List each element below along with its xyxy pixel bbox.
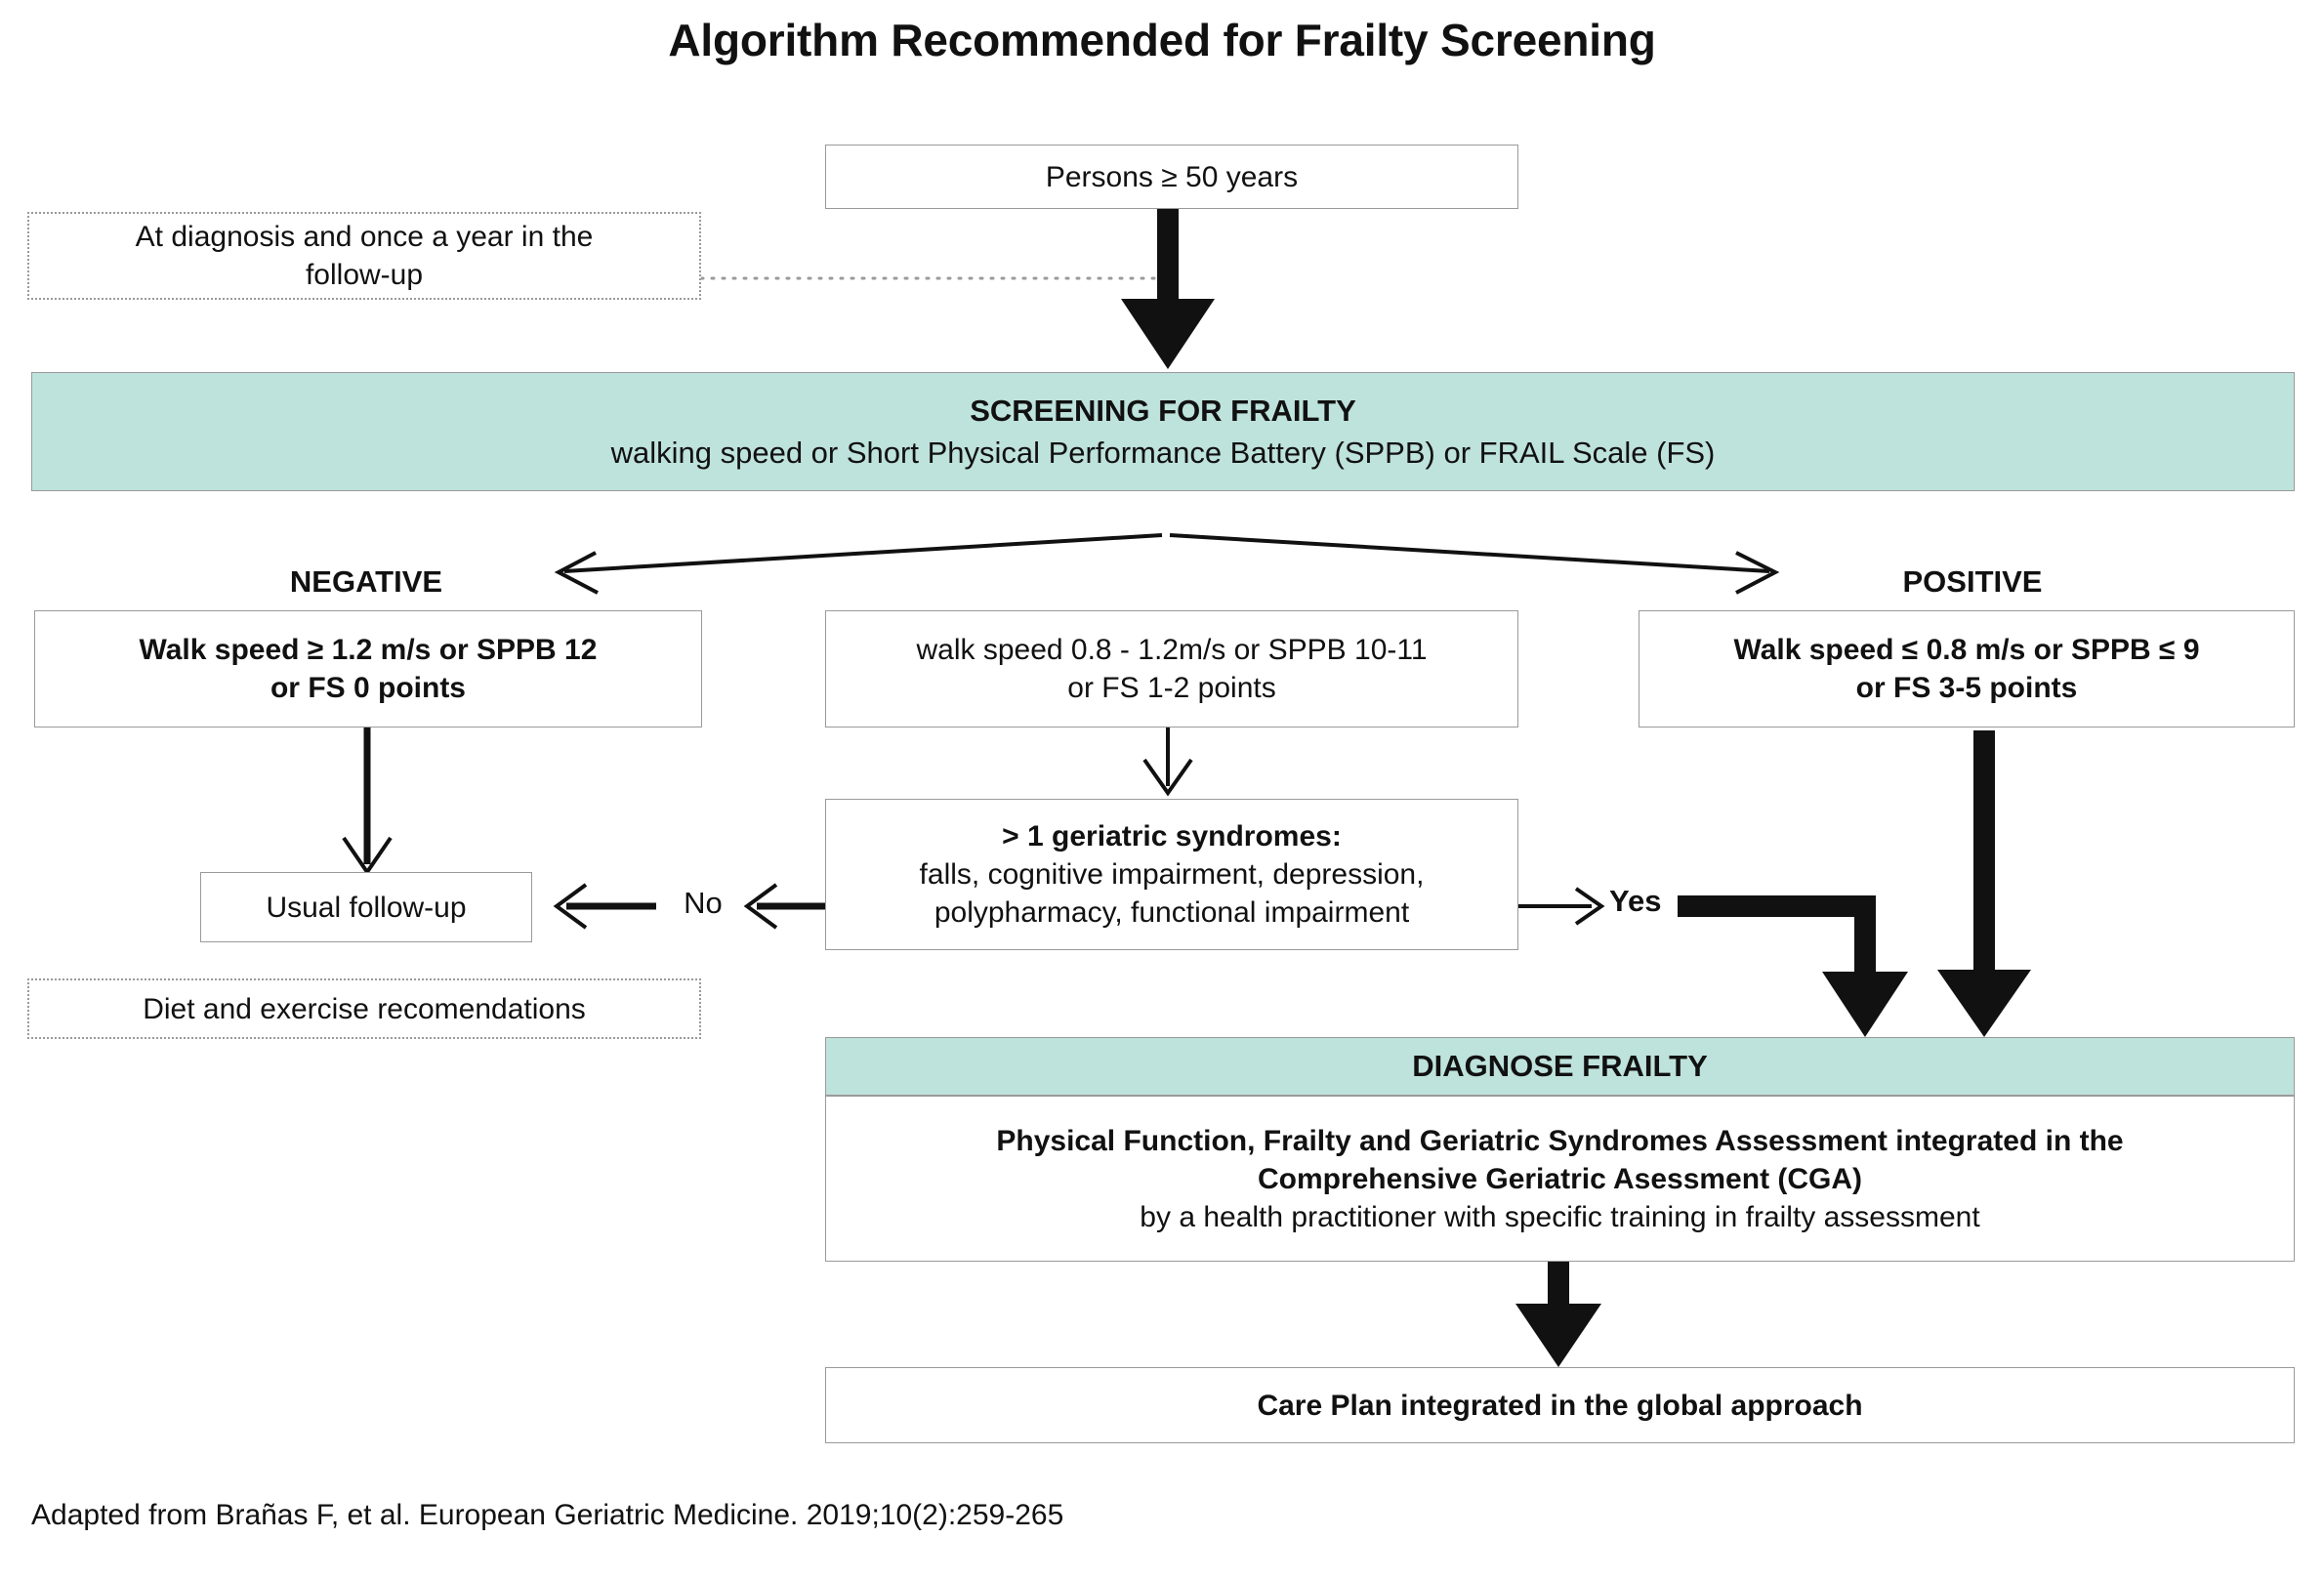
banner-diagnose-frailty: DIAGNOSE FRAILTY	[825, 1037, 2295, 1096]
arrowhead-syndromes-to-yes	[1574, 887, 1605, 926]
note-timing: At diagnosis and once a year in the foll…	[27, 212, 701, 300]
citation-footer: Adapted from Brañas F, et al. European G…	[31, 1499, 1064, 1531]
node-prefrail-criteria-line2: or FS 1-2 points	[1067, 672, 1276, 704]
label-no: No	[684, 886, 723, 920]
arrowhead-diagnose-to-careplan	[1515, 1304, 1601, 1367]
node-prefrail-criteria: walk speed 0.8 - 1.2m/s or SPPB 10-11 or…	[825, 610, 1518, 728]
arrowhead-yes-to-diagnose	[1822, 972, 1908, 1037]
banner-diagnose-frailty-heading: DIAGNOSE FRAILTY	[1412, 1049, 1708, 1083]
node-positive-criteria: Walk speed ≤ 0.8 m/s or SPPB ≤ 9 or FS 3…	[1639, 610, 2295, 728]
node-geriatric-syndromes-line3: polypharmacy, functional impairment	[934, 896, 1410, 929]
node-persons-50-text: Persons ≥ 50 years	[1045, 160, 1299, 193]
page-title: Algorithm Recommended for Frailty Screen…	[668, 15, 1656, 65]
arrowhead-persons-to-screening	[1121, 299, 1215, 369]
arrowhead-screening-to-positive	[1735, 551, 1780, 595]
arrowhead-negative-to-followup	[342, 836, 393, 876]
node-care-plan-text: Care Plan integrated in the global appro…	[1257, 1389, 1863, 1422]
node-usual-followup: Usual follow-up	[200, 872, 532, 942]
arrow-screening-to-negative	[563, 533, 1163, 573]
node-prefrail-criteria-line1: walk speed 0.8 - 1.2m/s or SPPB 10-11	[916, 634, 1428, 666]
node-diagnose-frailty-body: Physical Function, Frailty and Geriatric…	[825, 1096, 2295, 1262]
node-care-plan: Care Plan integrated in the global appro…	[825, 1367, 2295, 1443]
arrowhead-prefrail-to-syndromes	[1142, 758, 1193, 797]
node-geriatric-syndromes: > 1 geriatric syndromes: falls, cognitiv…	[825, 799, 1518, 950]
banner-screening-for-frailty: SCREENING FOR FRAILTY walking speed or S…	[31, 372, 2295, 491]
label-positive: POSITIVE	[1902, 564, 2043, 599]
banner-screening-detail: walking speed or Short Physical Performa…	[610, 435, 1716, 470]
note-timing-line1: At diagnosis and once a year in the	[135, 221, 594, 253]
node-persons-50: Persons ≥ 50 years	[825, 145, 1518, 209]
note-diet-exercise-text: Diet and exercise recomendations	[143, 992, 586, 1025]
arrow-screening-to-positive	[1169, 533, 1770, 573]
node-geriatric-syndromes-line1: > 1 geriatric syndromes:	[1002, 820, 1342, 852]
arrowhead-positive-to-diagnose	[1937, 970, 2031, 1037]
arrowhead-no-to-followup	[553, 883, 588, 930]
label-negative: NEGATIVE	[289, 564, 443, 599]
arrowhead-screening-to-negative	[554, 551, 599, 595]
node-diagnose-frailty-line3: by a health practitioner with specific t…	[1140, 1200, 1980, 1233]
node-positive-criteria-line2: or FS 3-5 points	[1855, 672, 2078, 704]
node-geriatric-syndromes-line2: falls, cognitive impairment, depression,	[919, 858, 1425, 891]
node-usual-followup-text: Usual follow-up	[266, 891, 467, 924]
diagram-canvas: Algorithm Recommended for Frailty Screen…	[0, 0, 2324, 1580]
banner-screening-heading: SCREENING FOR FRAILTY	[970, 393, 1356, 428]
label-yes: Yes	[1609, 884, 1662, 918]
note-diet-exercise: Diet and exercise recomendations	[27, 978, 701, 1039]
node-positive-criteria-line1: Walk speed ≤ 0.8 m/s or SPPB ≤ 9	[1733, 634, 2200, 666]
note-timing-line2: follow-up	[305, 259, 424, 291]
node-diagnose-frailty-line2: Comprehensive Geriatric Asessment (CGA)	[1257, 1162, 1863, 1195]
node-negative-criteria-line1: Walk speed ≥ 1.2 m/s or SPPB 12	[139, 634, 598, 666]
node-negative-criteria-line2: or FS 0 points	[270, 672, 466, 704]
node-diagnose-frailty-line1: Physical Function, Frailty and Geriatric…	[996, 1124, 2124, 1157]
node-negative-criteria: Walk speed ≥ 1.2 m/s or SPPB 12 or FS 0 …	[34, 610, 702, 728]
